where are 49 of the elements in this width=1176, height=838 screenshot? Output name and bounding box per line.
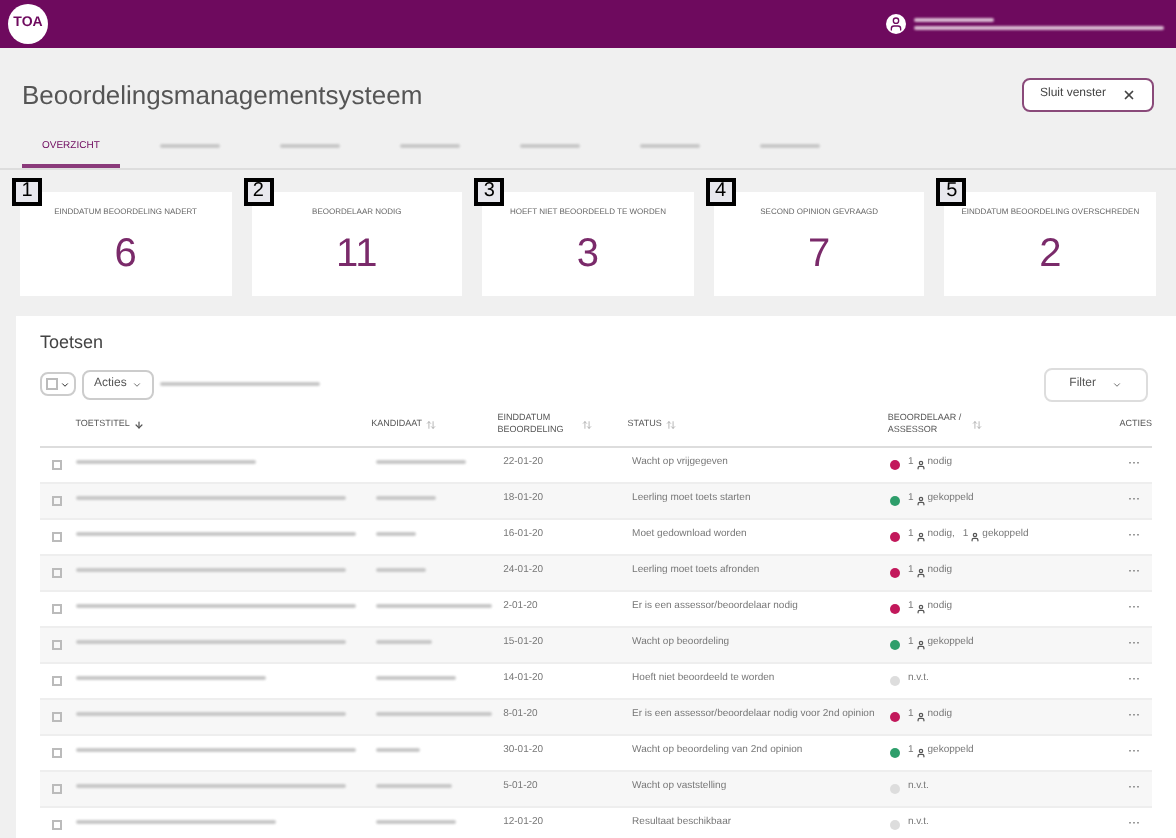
blurred-text — [375, 640, 432, 645]
blurred-text — [375, 532, 416, 537]
card-value: 3 — [576, 234, 600, 274]
blurred-text — [375, 712, 492, 717]
number-badge: 3 — [474, 178, 505, 206]
row-checkbox[interactable] — [52, 567, 63, 577]
page-title: Beoordelingsmanagementsysteem — [22, 78, 423, 114]
number-badge: 4 — [705, 178, 736, 206]
card-value: 6 — [114, 234, 137, 274]
number-badge: 1 — [12, 178, 42, 206]
row-checkbox[interactable] — [52, 639, 63, 649]
person-icon — [915, 747, 926, 757]
person-icon — [915, 711, 926, 721]
blurred-text — [375, 748, 420, 753]
select-all-dropdown[interactable] — [40, 372, 76, 396]
close-icon — [1122, 88, 1136, 103]
row-checkbox[interactable] — [52, 675, 63, 685]
row-checkbox[interactable] — [52, 819, 63, 829]
card-value: 2 — [1039, 234, 1062, 274]
person-icon — [970, 531, 981, 541]
card-value: 11 — [336, 234, 378, 274]
row-checkbox[interactable] — [52, 747, 63, 757]
row-checkbox[interactable] — [52, 711, 63, 721]
person-icon — [915, 459, 926, 469]
card-value: 7 — [808, 234, 831, 274]
user-icon[interactable] — [886, 14, 906, 34]
blurred-text — [375, 568, 426, 573]
person-icon — [915, 567, 926, 577]
person-icon — [915, 495, 926, 505]
blurred-text — [375, 460, 466, 465]
blurred-text — [375, 820, 456, 825]
blurred-text — [375, 496, 436, 501]
section-title: Toetsen — [40, 330, 106, 356]
person-icon — [915, 603, 926, 613]
person-icon — [915, 531, 926, 541]
blurred-text — [375, 784, 452, 789]
person-icon — [915, 639, 926, 649]
caret-icon — [60, 379, 70, 389]
row-checkbox[interactable] — [52, 603, 63, 613]
number-badge: 2 — [243, 178, 274, 206]
row-checkbox[interactable] — [52, 459, 63, 469]
row-checkbox[interactable] — [52, 783, 63, 793]
number-badge: 5 — [936, 178, 967, 206]
caret-icon — [132, 379, 143, 389]
blurred-text — [375, 676, 456, 681]
caret-icon — [1112, 379, 1122, 389]
row-checkbox[interactable] — [52, 531, 63, 541]
blurred-text — [375, 604, 492, 609]
row-checkbox[interactable] — [52, 495, 63, 505]
